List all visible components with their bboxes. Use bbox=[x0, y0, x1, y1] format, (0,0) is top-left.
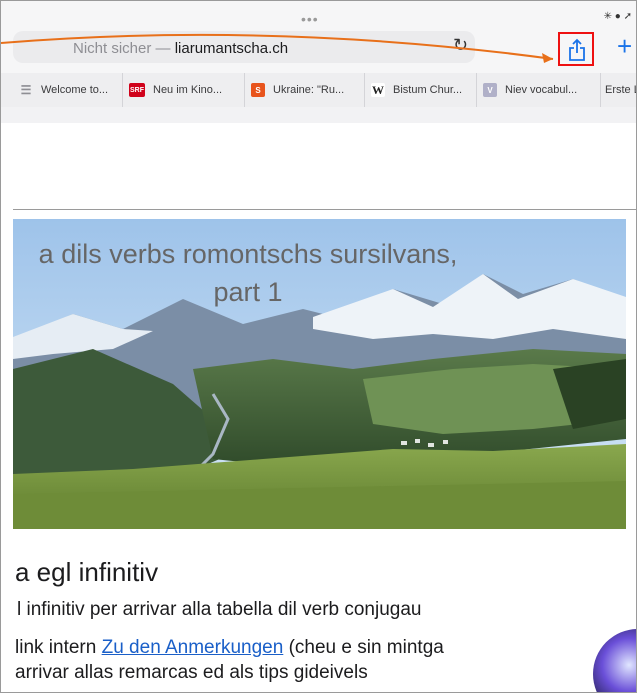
tab-label: Ukraine: "Ru... bbox=[273, 84, 345, 96]
status-icons: ✳ ● ➚ bbox=[603, 11, 632, 22]
url-host: liarumantscha.ch bbox=[174, 40, 289, 57]
browser-toolbar: ••• ✳ ● ➚ Nicht sicher — liarumantscha.c… bbox=[1, 1, 636, 73]
tab-bar: ☰ Welcome to... SRF Neu im Kino... S Ukr… bbox=[1, 73, 637, 108]
tab-erste[interactable]: Erste L bbox=[601, 73, 637, 107]
tab-label: Niev vocabul... bbox=[505, 84, 578, 96]
share-button[interactable] bbox=[558, 32, 594, 66]
tab-label: Bistum Chur... bbox=[393, 84, 463, 96]
toolbar-shadow bbox=[1, 107, 636, 123]
address-bar[interactable]: Nicht sicher — liarumantscha.ch bbox=[13, 31, 475, 63]
s-icon: S bbox=[251, 83, 265, 97]
v-icon: V bbox=[483, 83, 497, 97]
section-heading: a egl infinitiv bbox=[15, 557, 159, 587]
srf-icon: SRF bbox=[129, 83, 145, 97]
anmerkungen-link[interactable]: Zu den Anmerkungen bbox=[102, 637, 284, 658]
hero-title: a dils verbs romontschs sursilvans, part… bbox=[13, 235, 483, 311]
tab-welcome[interactable]: ☰ Welcome to... bbox=[13, 73, 123, 107]
document-icon: ☰ bbox=[20, 83, 32, 97]
paragraph-remarcas: arrivar allas remarcas ed als tips gidei… bbox=[15, 662, 368, 683]
window-handle-dots[interactable]: ••• bbox=[301, 11, 319, 27]
siri-orb-icon[interactable] bbox=[593, 629, 636, 692]
share-icon bbox=[569, 38, 585, 61]
hero-image: a dils verbs romontschs sursilvans, part… bbox=[13, 219, 626, 529]
wikipedia-icon: W bbox=[371, 82, 385, 97]
status-indicators: ✳ ● ➚ bbox=[604, 11, 632, 22]
tab-label: Welcome to... bbox=[41, 84, 109, 96]
link-trailing-text: (cheu e sin mintga bbox=[283, 637, 444, 658]
paragraph-infinitiv: l infinitiv per arrivar alla tabella dil… bbox=[17, 599, 422, 620]
tab-vocabular[interactable]: V Niev vocabul... bbox=[477, 73, 601, 107]
tab-label: Erste L bbox=[605, 84, 637, 96]
hero-title-line2: part 1 bbox=[213, 277, 283, 307]
link-intro-text: link intern bbox=[15, 637, 102, 658]
new-tab-icon[interactable]: + bbox=[617, 31, 632, 62]
paragraph-link-intern: link intern Zu den Anmerkungen (cheu e s… bbox=[15, 637, 444, 659]
tab-label: Neu im Kino... bbox=[153, 84, 223, 96]
reload-icon[interactable]: ↻ bbox=[453, 35, 468, 56]
content-divider bbox=[13, 209, 636, 210]
browser-window: ••• ✳ ● ➚ Nicht sicher — liarumantscha.c… bbox=[0, 0, 637, 693]
address-text: Nicht sicher — liarumantscha.ch bbox=[73, 40, 288, 57]
tab-ukraine[interactable]: S Ukraine: "Ru... bbox=[245, 73, 365, 107]
security-label: Nicht sicher — bbox=[73, 40, 175, 57]
tab-srf[interactable]: SRF Neu im Kino... bbox=[123, 73, 245, 107]
tab-bistum[interactable]: W Bistum Chur... bbox=[365, 73, 477, 107]
hero-title-line1: a dils verbs romontschs sursilvans, bbox=[38, 239, 458, 269]
